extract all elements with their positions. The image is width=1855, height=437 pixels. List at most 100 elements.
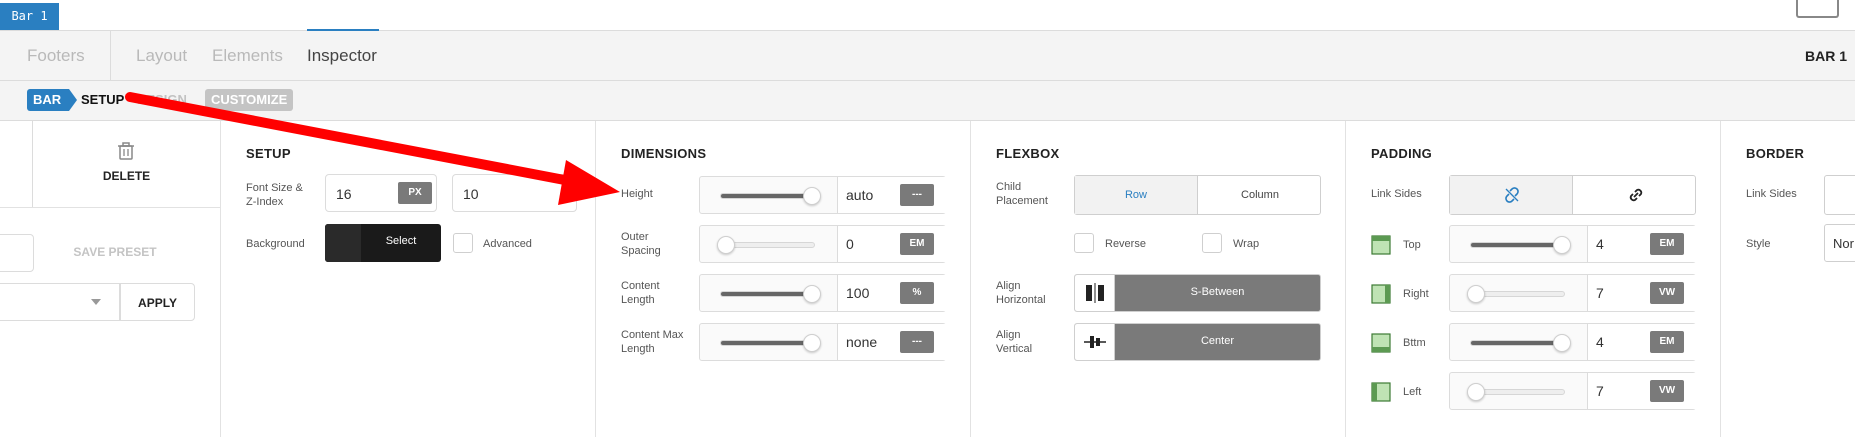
preset-hdivider (0, 207, 220, 208)
outer-spacing-control: 0 EM (699, 225, 946, 263)
height-slider-knob[interactable] (803, 187, 821, 205)
padding-bottom-slider-knob[interactable] (1553, 334, 1571, 352)
height-slider[interactable] (720, 187, 821, 205)
padding-left-slider-knob[interactable] (1467, 383, 1485, 401)
content-max-length-control: none --- (699, 323, 946, 361)
panel-title-border: BORDER (1746, 146, 1805, 161)
padding-left-unit[interactable]: VW (1650, 380, 1684, 402)
breadcrumb-bar[interactable]: BAR (27, 89, 78, 111)
align-vertical-select[interactable]: Center (1074, 323, 1321, 361)
preset-select[interactable] (0, 283, 120, 321)
border-style-value: Nor (1833, 236, 1854, 251)
padding-bottom-input[interactable]: 4 EM (1587, 324, 1696, 360)
padding-right-value: 7 (1596, 285, 1604, 301)
content-max-length-slider[interactable] (720, 334, 821, 352)
padding-right-slider-knob[interactable] (1467, 285, 1485, 303)
background-color-picker[interactable]: Select (325, 224, 441, 262)
save-preset-button[interactable]: SAVE PRESET (60, 245, 170, 259)
preset-name-input[interactable] (0, 234, 34, 272)
content-max-length-label: Content Max Length (621, 329, 684, 355)
padding-top-value: 4 (1596, 236, 1604, 252)
padding-bottom-value: 4 (1596, 334, 1604, 350)
breadcrumb-setup[interactable]: SETUP (81, 89, 124, 111)
bar-tag[interactable]: Bar 1 (0, 3, 59, 30)
font-size-unit[interactable]: PX (398, 182, 432, 204)
padding-top-slider[interactable] (1470, 236, 1571, 254)
height-unit[interactable]: --- (900, 184, 934, 206)
apply-button[interactable]: APPLY (120, 283, 195, 321)
outer-spacing-slider[interactable] (717, 236, 815, 254)
reverse-checkbox[interactable] (1074, 233, 1094, 253)
border-style-label: Style (1746, 238, 1771, 250)
tab-layout[interactable]: Layout (136, 31, 187, 81)
padding-bottom-slider[interactable] (1470, 334, 1571, 352)
padding-top-icon (1371, 235, 1391, 255)
padding-right-slider[interactable] (1467, 285, 1565, 303)
column-button[interactable]: Column (1199, 176, 1321, 214)
padding-right-unit[interactable]: VW (1650, 282, 1684, 304)
preset-panel: DELETE SAVE PRESET APPLY (0, 121, 221, 437)
wrap-checkbox[interactable] (1202, 233, 1222, 253)
padding-left-input[interactable]: 7 VW (1587, 373, 1696, 409)
outer-spacing-input[interactable]: 0 EM (837, 226, 946, 262)
z-index-field[interactable]: 10 (452, 174, 577, 212)
border-link-toggle[interactable] (1824, 175, 1855, 215)
content-length-control: 100 % (699, 274, 946, 312)
advanced-checkbox[interactable] (453, 233, 473, 253)
padding-right-icon (1371, 284, 1391, 304)
unlink-button[interactable] (1450, 176, 1573, 214)
unlink-icon (1505, 187, 1519, 203)
content-length-input[interactable]: 100 % (837, 275, 946, 311)
background-label: Background (246, 238, 305, 250)
corner-box-icon[interactable] (1796, 0, 1839, 18)
padding-left-slider[interactable] (1467, 383, 1565, 401)
panel-title-padding: PADDING (1371, 146, 1433, 161)
content-max-length-slider-knob[interactable] (803, 334, 821, 352)
delete-label: DELETE (102, 169, 151, 183)
outer-spacing-value: 0 (846, 236, 854, 252)
height-value: auto (846, 187, 874, 203)
padding-top-slider-knob[interactable] (1553, 236, 1571, 254)
content-max-length-unit[interactable]: --- (900, 331, 934, 353)
tab-inspector[interactable]: Inspector (307, 31, 377, 81)
link-button[interactable] (1574, 176, 1696, 214)
border-style-select[interactable]: Nor (1824, 224, 1855, 262)
height-control: auto --- (699, 176, 946, 214)
breadcrumb-customize[interactable]: CUSTOMIZE (205, 89, 294, 111)
padding-right-row: Right 7 VW (1346, 274, 1721, 312)
align-vertical-label: Align Vertical (996, 329, 1033, 355)
tab-footers[interactable]: Footers (27, 31, 85, 81)
height-input[interactable]: auto --- (837, 177, 946, 213)
outer-spacing-unit[interactable]: EM (900, 233, 934, 255)
nav-separator (110, 31, 111, 81)
tab-elements[interactable]: Elements (212, 31, 283, 81)
breadcrumb: BAR SETUP DESIGN CUSTOMIZE (0, 81, 1855, 121)
wrap-label: Wrap (1233, 238, 1260, 250)
padding-top-unit[interactable]: EM (1650, 233, 1684, 255)
content-length-unit[interactable]: % (900, 282, 934, 304)
align-horizontal-select[interactable]: S-Between (1074, 274, 1321, 312)
padding-top-input[interactable]: 4 EM (1587, 226, 1696, 262)
panel-title-dimensions: DIMENSIONS (621, 146, 707, 161)
height-label: Height (621, 188, 653, 200)
content-length-slider[interactable] (720, 285, 821, 303)
outer-spacing-slider-knob[interactable] (717, 236, 735, 254)
panel-title-flexbox: FLEXBOX (996, 146, 1060, 161)
padding-right-input[interactable]: 7 VW (1587, 275, 1696, 311)
breadcrumb-design[interactable]: DESIGN (137, 89, 187, 111)
z-index-value: 10 (463, 186, 479, 202)
content-max-length-input[interactable]: none --- (837, 324, 946, 360)
padding-link-toggle (1449, 175, 1696, 215)
panel-title-setup: SETUP (246, 146, 291, 161)
delete-button[interactable]: DELETE (33, 121, 220, 207)
font-size-field[interactable]: 16 PX (325, 174, 437, 212)
content-length-slider-knob[interactable] (803, 285, 821, 303)
padding-bottom-row: Bttm 4 EM (1346, 323, 1721, 361)
content-length-label: Content Length (621, 280, 660, 306)
row-button[interactable]: Row (1075, 176, 1198, 214)
setup-panel: SETUP Font Size & Z-Index 16 PX 10 Backg… (221, 121, 596, 437)
top-strip: Bar 1 (0, 0, 1855, 30)
padding-bottom-unit[interactable]: EM (1650, 331, 1684, 353)
child-placement-label: Child Placement (996, 181, 1048, 207)
trash-icon (118, 142, 134, 160)
